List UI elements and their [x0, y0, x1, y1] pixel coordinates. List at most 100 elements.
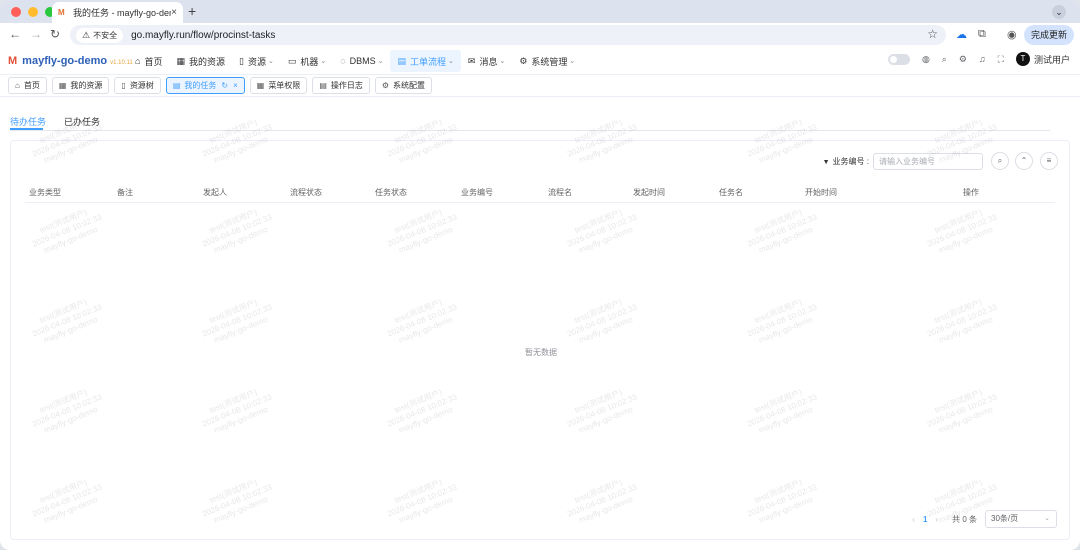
back-arrow-icon[interactable]: ← — [9, 27, 21, 41]
tag-label: 资源树 — [129, 81, 154, 90]
column-header: 任务名 — [719, 188, 743, 197]
tag-label: 我的任务 — [184, 81, 217, 90]
column-header: 流程名 — [548, 188, 572, 197]
table-header: 业务类型 备注 发起人 流程状态 任务状态 业务编号 流程名 发起时间 任务名 开始时间 操作 — [25, 183, 1055, 203]
business-no-label-text: 业务编号 : — [832, 157, 869, 166]
menu-item-0[interactable]: ⌂ 首页 — [128, 50, 169, 72]
chevron-down-icon: ⌄ — [320, 58, 327, 65]
tag-5[interactable]: ▤ 操作日志 — [312, 77, 370, 94]
menu-icon: ⚙ — [519, 55, 528, 66]
chevron-down-icon: ⌄ — [267, 58, 274, 65]
filter-settings-button[interactable]: ≡ — [1040, 152, 1058, 170]
tags-list: ⌂ 首页 ▦ 我的资源 ▯ 资源树 ▤ 我的任务 ↻ × ▦ 菜单权限 ▤ 操作日志 ⚙ 系统配置 — [8, 77, 433, 94]
menu-item-5[interactable]: ▤ 工单流程 ⌄ — [390, 50, 461, 72]
chevron-down-icon: ⌄ — [569, 58, 576, 65]
browser-window: M 我的任务 - mayfly-go-demo × + ⌄ ← → ↻ ⚠ 不安… — [0, 0, 1080, 550]
column-header: 开始时间 — [805, 188, 837, 197]
header-tools: ◍ ⌕ ⚙ ♫ ⛶ T 测试用户 — [887, 52, 1070, 66]
page-size-select[interactable]: 30条/页 ⌄ — [985, 510, 1057, 528]
tag-0[interactable]: ⌂ 首页 — [8, 77, 47, 94]
bookmark-star-icon[interactable]: ☆ — [927, 27, 938, 41]
tag-6[interactable]: ⚙ 系统配置 — [374, 77, 433, 94]
url-text[interactable]: go.mayfly.run/flow/procinst-tasks — [131, 30, 275, 41]
column-header: 发起时间 — [633, 188, 665, 197]
avatar: T — [1015, 52, 1030, 66]
fullscreen-icon[interactable]: ⛶ — [998, 54, 1004, 65]
cloud-icon[interactable]: ☁ — [956, 28, 967, 41]
tab-close-icon[interactable]: × — [171, 7, 177, 18]
warning-icon: ⚠ — [82, 29, 91, 40]
total-count: 共 0 条 — [952, 514, 977, 524]
app-logo[interactable]: M mayfly-go-demo v1.10.11 — [8, 55, 133, 67]
column-header: 发起人 — [203, 188, 227, 197]
browser-tabbar: M 我的任务 - mayfly-go-demo × + ⌄ — [0, 0, 1080, 23]
menu-item-6[interactable]: ✉ 消息 ⌄ — [461, 50, 512, 72]
menu-label: 我的资源 — [188, 56, 225, 67]
theme-toggle[interactable] — [887, 53, 910, 65]
top-menu: ⌂ 首页 ▦ 我的资源 ▯ 资源 ⌄ ▭ 机器 ⌄ ◌ DBMS ⌄ ▤ 工单流程 ⌄ ✉ 消息 ⌄ ⚙ 系统管理 ⌄ — [128, 50, 582, 72]
minimize-window-button[interactable] — [28, 7, 38, 17]
business-no-label[interactable]: ▼ 业务编号 : — [823, 156, 869, 167]
menu-item-3[interactable]: ▭ 机器 ⌄ — [281, 50, 333, 72]
tag-icon: ▯ — [121, 81, 126, 90]
close-window-button[interactable] — [11, 7, 21, 17]
reload-icon[interactable]: ↻ — [50, 27, 60, 41]
close-icon[interactable]: × — [233, 81, 238, 90]
tab-done-tasks[interactable]: 已办任务 — [64, 115, 100, 128]
update-button[interactable]: 完成更新 — [1023, 25, 1074, 45]
empty-text: 暂无数据 — [525, 348, 557, 357]
page-size-value: 30条/页 — [991, 514, 1019, 523]
column-header: 操作 — [963, 188, 979, 197]
menu-item-1[interactable]: ▦ 我的资源 — [169, 50, 232, 72]
prev-page-button[interactable]: ‹ — [912, 515, 915, 524]
tag-label: 菜单权限 — [268, 81, 301, 90]
menu-item-4[interactable]: ◌ DBMS ⌄ — [333, 50, 390, 72]
github-icon[interactable]: ◍ — [922, 54, 930, 65]
browser-tab[interactable]: M 我的任务 - mayfly-go-demo × — [52, 2, 183, 23]
tag-2[interactable]: ▯ 资源树 — [114, 77, 161, 94]
tab-search-icon[interactable]: ⌄ — [1052, 5, 1066, 19]
tag-4[interactable]: ▦ 菜单权限 — [249, 77, 308, 94]
task-table-card: ▼ 业务编号 : 请输入业务编号 ⌕ ⌃ ≡ 业务类型 备注 发起人 流程状态 任务状态业… — [10, 140, 1070, 540]
chevron-down-icon: ⌄ — [499, 58, 506, 65]
menu-icon: ◌ — [340, 56, 346, 66]
menu-item-7[interactable]: ⚙ 系统管理 ⌄ — [512, 50, 582, 72]
menu-icon: ✉ — [467, 55, 476, 66]
search-button[interactable]: ⌕ — [991, 152, 1009, 170]
favicon-icon: M — [58, 8, 65, 17]
chevron-down-icon: ⌄ — [377, 58, 384, 65]
search-icon[interactable]: ⌕ — [942, 54, 947, 65]
collapse-button[interactable]: ⌃ — [1015, 152, 1033, 170]
menu-icon: ⌂ — [135, 56, 141, 66]
chevron-down-icon: ⌄ — [1044, 515, 1050, 522]
column-header: 流程状态 — [290, 188, 322, 197]
menu-icon: ▦ — [176, 55, 185, 66]
forward-arrow-icon[interactable]: → — [30, 27, 42, 41]
settings-icon[interactable]: ⚙ — [959, 54, 967, 65]
tag-3[interactable]: ▤ 我的任务 ↻ × — [165, 77, 245, 94]
tag-icon: ▦ — [256, 81, 265, 90]
tab-todo-tasks[interactable]: 待办任务 — [10, 115, 46, 128]
tag-label: 操作日志 — [330, 81, 363, 90]
profile-icon[interactable]: ◉ — [1007, 28, 1017, 41]
page-number[interactable]: 1 — [923, 515, 927, 524]
logo-icon: M — [8, 54, 18, 67]
tag-icon: ▦ — [58, 81, 67, 90]
app-header: M mayfly-go-demo v1.10.11 ⌂ 首页 ▦ 我的资源 ▯ 资源 ⌄ ▭ 机… — [0, 47, 1080, 75]
next-page-button[interactable]: › — [935, 515, 938, 524]
new-tab-button[interactable]: + — [188, 3, 196, 19]
tag-1[interactable]: ▦ 我的资源 — [51, 77, 110, 94]
address-bar[interactable]: ⚠ 不安全 go.mayfly.run/flow/procinst-tasks … — [70, 25, 946, 45]
business-no-input[interactable]: 请输入业务编号 — [873, 153, 983, 170]
security-chip[interactable]: ⚠ 不安全 — [76, 27, 124, 43]
security-label: 不安全 — [93, 30, 118, 40]
menu-label: 首页 — [144, 56, 163, 67]
tag-icon: ▤ — [172, 81, 181, 90]
refresh-icon[interactable]: ↻ — [221, 81, 228, 90]
window-controls — [11, 7, 55, 17]
menu-icon: ▯ — [238, 55, 244, 66]
extensions-icon[interactable]: ⧉ — [978, 28, 986, 41]
user-menu[interactable]: T 测试用户 — [1015, 52, 1070, 66]
menu-item-2[interactable]: ▯ 资源 ⌄ — [232, 50, 281, 72]
bell-icon[interactable]: ♫ — [979, 54, 986, 64]
